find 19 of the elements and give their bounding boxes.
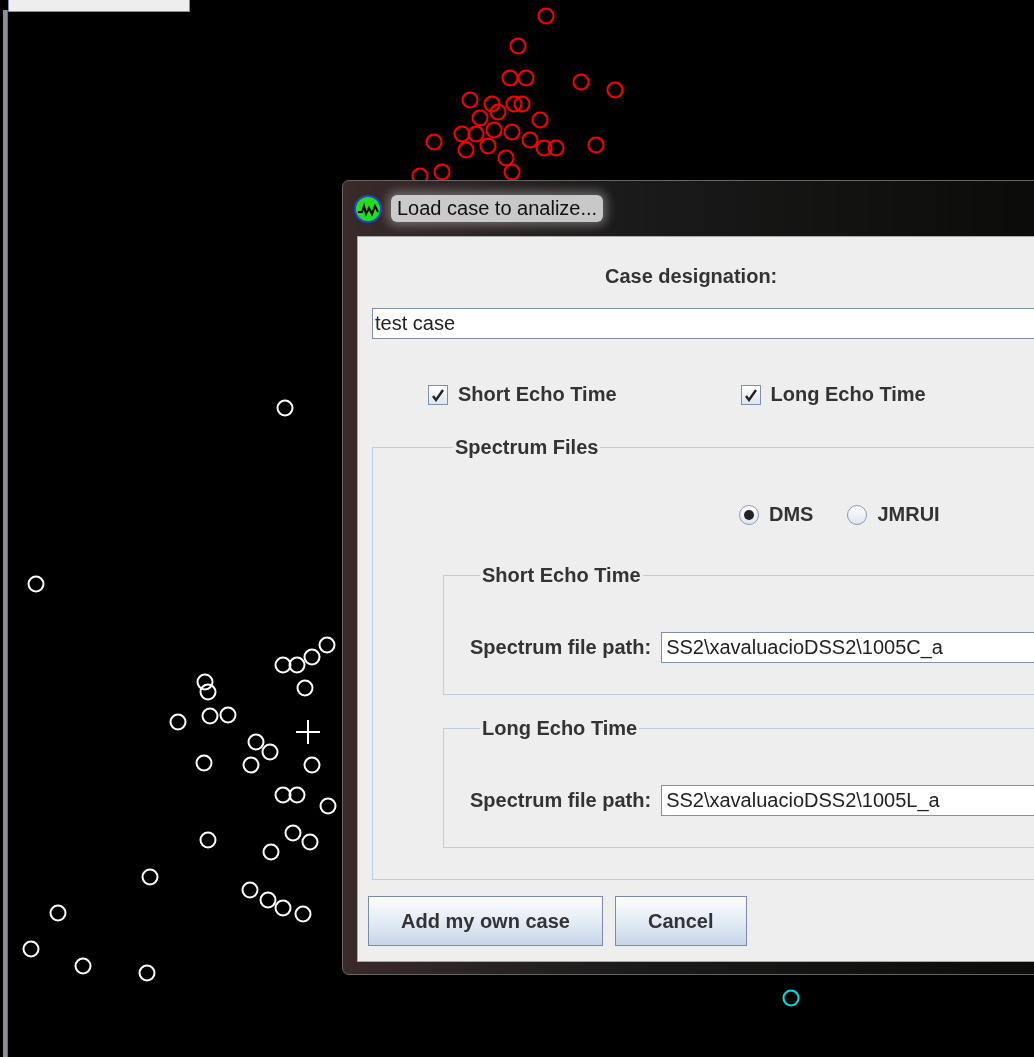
field-label: Spectrum file path: [470, 636, 652, 659]
radio-button[interactable]: DMS [739, 503, 814, 526]
group-title: Spectrum Files [454, 436, 600, 459]
checkmark-icon [431, 387, 445, 402]
dialog-title: Load case to analize... [391, 195, 604, 222]
checkmark-icon [743, 387, 758, 402]
app-icon [353, 193, 383, 224]
field-label: Case designation: [605, 265, 778, 288]
checkbox[interactable]: Short Echo Time [428, 383, 617, 406]
dialog-button[interactable]: Cancel [614, 896, 747, 946]
dialog-button[interactable]: Add my own case [368, 896, 603, 946]
case-name-field[interactable]: test case [372, 308, 1034, 339]
field-label: Spectrum file path: [470, 789, 652, 812]
checkbox[interactable]: Long Echo Time [740, 383, 926, 406]
file-path-field[interactable]: SS2\xavaluacioDSS2\1005L_a [661, 785, 1034, 816]
group-title: Long Echo Time [481, 717, 639, 740]
file-path-field[interactable]: SS2\xavaluacioDSS2\1005C_a [661, 632, 1034, 663]
radio-button[interactable]: JMRUI [847, 503, 940, 526]
group-title: Short Echo Time [481, 564, 642, 587]
